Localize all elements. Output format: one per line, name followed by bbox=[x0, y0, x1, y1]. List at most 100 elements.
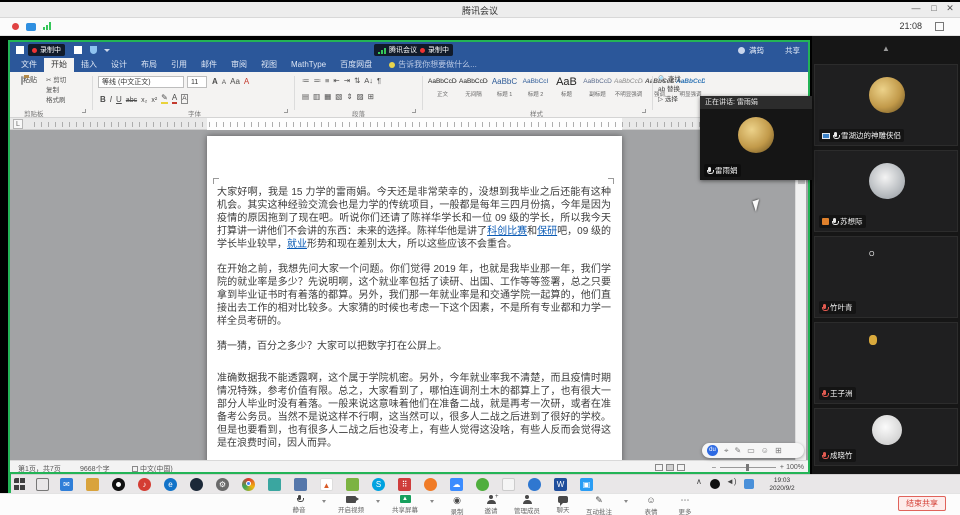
screenshot-icon[interactable]: ▭ bbox=[747, 443, 755, 458]
tab-layout[interactable]: 布局 bbox=[134, 58, 164, 72]
style-subtle-emphasis[interactable]: AaBbCcDd不明显强调 bbox=[614, 74, 643, 106]
active-speaker-overlay[interactable]: 正在讲话: 雷雨娟 雷雨娟 bbox=[700, 96, 812, 180]
participant-video-tile[interactable]: 成晓竹 bbox=[814, 408, 958, 466]
cut-button[interactable]: ✂ 剪切 bbox=[46, 76, 66, 86]
select-button[interactable]: ▷ 选择 bbox=[658, 95, 681, 105]
hyperlink[interactable]: 科创比赛 bbox=[487, 226, 527, 237]
font-size-combobox[interactable]: 11 bbox=[187, 76, 207, 88]
ime-toolbar[interactable]: du ⌖ ✎ ▭ ☺ ⊞ bbox=[702, 443, 804, 458]
mute-button[interactable]: 静音 bbox=[288, 495, 310, 515]
user-icon[interactable]: ☺ bbox=[761, 443, 769, 458]
settings-gear-icon[interactable]: ⚙ bbox=[216, 478, 229, 491]
netease-music-icon[interactable]: ♪ bbox=[138, 478, 151, 491]
edge-browser-icon[interactable]: e bbox=[164, 478, 177, 491]
character-border-button[interactable]: A bbox=[181, 94, 187, 104]
strikethrough-button[interactable]: abc bbox=[126, 97, 137, 104]
styles-dialog-launcher[interactable] bbox=[642, 109, 646, 113]
tab-design[interactable]: 设计 bbox=[104, 58, 134, 72]
app-icon-bird[interactable] bbox=[528, 478, 541, 491]
tell-me-search[interactable]: 告诉我你想要做什么... bbox=[379, 58, 477, 72]
italic-button[interactable]: I bbox=[110, 95, 112, 104]
app-icon-white[interactable] bbox=[502, 478, 515, 491]
record-button[interactable]: ◉录制 bbox=[446, 495, 468, 515]
superscript-button[interactable]: x² bbox=[151, 97, 157, 104]
style-no-spacing[interactable]: AaBbCcDd无间隔 bbox=[459, 74, 488, 106]
participant-video-tile[interactable]: 竹叶青 bbox=[814, 236, 958, 318]
font-name-combobox[interactable]: 等线 (中文正文) bbox=[98, 76, 184, 88]
tab-mailings[interactable]: 邮件 bbox=[194, 58, 224, 72]
more-button[interactable]: ⋯更多 bbox=[674, 495, 696, 515]
zoom-in-icon[interactable]: + bbox=[780, 464, 784, 471]
zoom-out-icon[interactable]: – bbox=[712, 464, 716, 471]
chrome-browser-icon[interactable] bbox=[242, 478, 255, 491]
tray-qq-icon[interactable] bbox=[710, 479, 720, 489]
taskbar-clock[interactable]: 19:03 2020/9/2 bbox=[756, 477, 808, 492]
skype-app-icon[interactable]: S bbox=[372, 478, 385, 491]
participant-video-tile[interactable]: 苏想际 bbox=[814, 150, 958, 232]
save-icon[interactable] bbox=[74, 46, 82, 54]
tab-selector-icon[interactable]: L bbox=[13, 119, 23, 129]
share-button[interactable]: 共享 bbox=[785, 45, 800, 56]
font-format-buttons[interactable]: B I U abc x₂ x² ✎ A A bbox=[100, 93, 188, 104]
cursor-tool-icon[interactable]: ⌖ bbox=[724, 443, 729, 458]
tab-view[interactable]: 视图 bbox=[254, 58, 284, 72]
clipboard-dialog-launcher[interactable] bbox=[82, 109, 86, 113]
share-screen-button[interactable]: ▲共享屏幕 bbox=[392, 495, 418, 515]
zoom-slider[interactable] bbox=[720, 467, 776, 468]
font-size-buttons[interactable]: AAAaA bbox=[212, 77, 249, 86]
invite-button[interactable]: +邀请 bbox=[480, 495, 502, 515]
hyperlink[interactable]: 保研 bbox=[537, 226, 557, 237]
language-indicator[interactable]: 中文(中国) bbox=[132, 464, 173, 474]
emoji-button[interactable]: ☺表情 bbox=[640, 495, 662, 515]
document-text[interactable]: 大家好啊，我是 15 力学的雷雨娟。今天还是非常荣幸的，没想到我毕业之后还能有这… bbox=[217, 186, 611, 460]
document-page[interactable]: 大家好啊，我是 15 力学的雷雨娟。今天还是非常荣幸的，没想到我毕业之后还能有这… bbox=[207, 136, 622, 460]
style-heading2[interactable]: AaBbCcI标题 2 bbox=[521, 74, 550, 106]
format-painter-button[interactable]: 格式刷 bbox=[46, 96, 66, 106]
chat-button[interactable]: 聊天 bbox=[552, 495, 574, 515]
volume-icon[interactable]: ◄) bbox=[726, 477, 737, 486]
bold-button[interactable]: B bbox=[100, 95, 106, 104]
steam-app-icon[interactable] bbox=[190, 478, 203, 491]
find-button[interactable]: 🔍 查找 bbox=[658, 75, 681, 85]
tab-references[interactable]: 引用 bbox=[164, 58, 194, 72]
app-icon-red-grid[interactable]: ⠿ bbox=[398, 478, 411, 491]
autodesk-app-icon[interactable]: ▲ bbox=[320, 478, 333, 491]
tab-insert[interactable]: 插入 bbox=[74, 58, 104, 72]
paragraph-dialog-launcher[interactable] bbox=[412, 109, 416, 113]
word-count[interactable]: 9668个字 bbox=[80, 464, 110, 474]
fullscreen-icon[interactable] bbox=[935, 22, 944, 31]
wegame-app-icon[interactable] bbox=[476, 478, 489, 491]
audio-options-caret-icon[interactable] bbox=[322, 500, 326, 503]
baidu-netdisk-icon[interactable]: ☁ bbox=[450, 478, 463, 491]
font-color-button[interactable]: A bbox=[172, 93, 177, 104]
tab-baidu-netdisk[interactable]: 百度网盘 bbox=[333, 58, 379, 72]
annotation-caret-icon[interactable] bbox=[624, 500, 628, 503]
font-dialog-launcher[interactable] bbox=[284, 109, 288, 113]
meeting-share-pill[interactable]: 腾讯会议 录制中 bbox=[374, 44, 453, 56]
app-icon-teal[interactable] bbox=[268, 478, 281, 491]
page-indicator[interactable]: 第1页，共7页 bbox=[18, 464, 61, 474]
zoom-knob[interactable] bbox=[746, 464, 749, 471]
account-area[interactable]: 满筠 bbox=[738, 45, 764, 56]
underline-button[interactable]: U bbox=[116, 95, 122, 104]
tab-review[interactable]: 审阅 bbox=[224, 58, 254, 72]
ime-settings-icon[interactable]: ⊞ bbox=[775, 443, 782, 458]
minimize-button[interactable]: — bbox=[908, 3, 924, 13]
highlight-color-button[interactable]: ✎ bbox=[161, 93, 168, 104]
handwriting-icon[interactable]: ✎ bbox=[735, 443, 742, 458]
maximize-button[interactable]: □ bbox=[926, 3, 942, 13]
manage-members-button[interactable]: 管理成员 bbox=[514, 495, 540, 515]
annotation-button[interactable]: ✎互动批注 bbox=[586, 495, 612, 515]
mail-app-icon[interactable]: ✉ bbox=[60, 478, 73, 491]
tab-mathtype[interactable]: MathType bbox=[284, 58, 333, 72]
tab-file[interactable]: 文件 bbox=[14, 58, 44, 72]
style-title[interactable]: AaB标题 bbox=[552, 74, 581, 106]
view-mode-buttons[interactable] bbox=[655, 464, 688, 471]
task-view-button[interactable] bbox=[36, 478, 49, 491]
baidu-ime-logo-icon[interactable]: du bbox=[707, 445, 718, 456]
video-options-caret-icon[interactable] bbox=[376, 500, 380, 503]
paste-button[interactable]: 粘贴 bbox=[16, 75, 42, 109]
participant-video-tile[interactable]: 雪湖边的神雕侠侣 bbox=[814, 64, 958, 146]
tray-expand-icon[interactable]: ∧ bbox=[696, 477, 702, 486]
replace-button[interactable]: ab 替换 bbox=[658, 85, 681, 95]
